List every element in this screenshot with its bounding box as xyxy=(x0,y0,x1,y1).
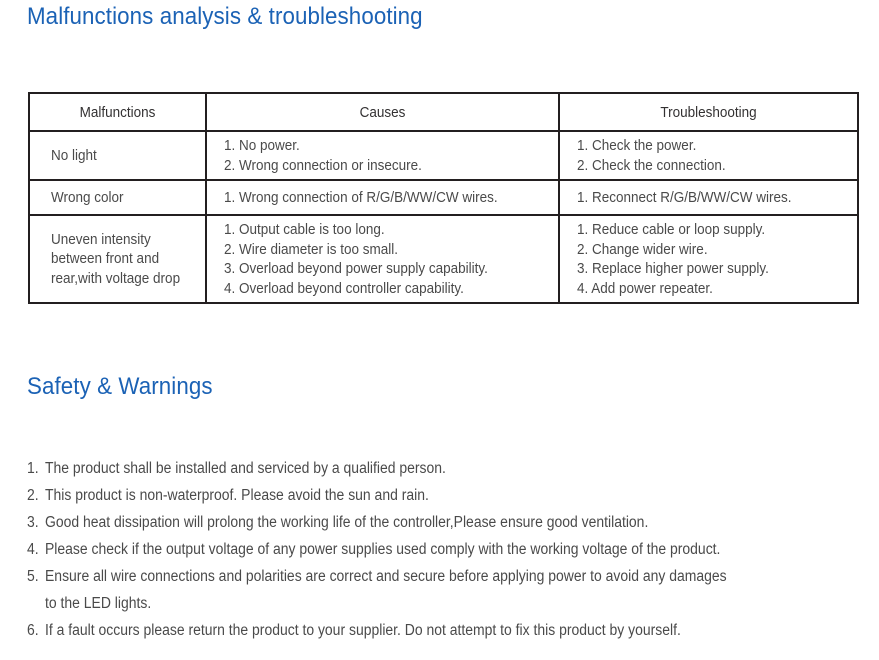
table-header-row: Malfunctions Causes Troubleshooting xyxy=(28,92,859,132)
troubleshooting-line: 3. Replace higher power supply. xyxy=(577,260,769,277)
causes-text: 1. Output cable is too long. 2. Wire dia… xyxy=(207,220,558,298)
cause-line: 1. Wrong connection of R/G/B/WW/CW wires… xyxy=(224,188,498,206)
cause-line: 1. Output cable is too long. xyxy=(224,221,385,238)
cause-line: 1. No power. xyxy=(224,137,300,154)
list-item-number: 4. xyxy=(27,541,39,558)
list-item-number: 1. xyxy=(27,460,39,477)
list-item: 4. Please check if the output voltage of… xyxy=(27,536,857,563)
causes-text: 1. No power. 2. Wrong connection or inse… xyxy=(207,136,558,175)
cause-line: 2. Wire diameter is too small. xyxy=(224,240,399,258)
malfunction-line: Uneven intensity xyxy=(51,230,151,248)
list-item-number: 5. xyxy=(27,568,39,585)
malfunction-line: rear,with voltage drop xyxy=(51,269,181,287)
malfunction-text: Wrong color xyxy=(30,188,205,208)
causes-text: 1. Wrong connection of R/G/B/WW/CW wires… xyxy=(207,188,558,208)
cell-causes: 1. No power. 2. Wrong connection or inse… xyxy=(205,130,560,181)
cause-line: 2. Wrong connection or insecure. xyxy=(224,156,422,174)
list-item-text: Please check if the output voltage of an… xyxy=(45,541,721,558)
troubleshooting-line: 1. Reduce cable or loop supply. xyxy=(577,221,766,238)
troubleshooting-line: 1. Check the power. xyxy=(577,137,697,154)
safety-warnings-list: 1. The product shall be installed and se… xyxy=(27,455,857,644)
troubleshooting-text: 1. Reconnect R/G/B/WW/CW wires. xyxy=(560,188,857,208)
troubleshooting-line: 2. Change wider wire. xyxy=(577,240,708,258)
list-item: 1. The product shall be installed and se… xyxy=(27,455,857,482)
malfunction-text: Uneven intensity between front and rear,… xyxy=(30,230,205,289)
troubleshooting-line: 1. Reconnect R/G/B/WW/CW wires. xyxy=(577,188,792,206)
list-item-text: Good heat dissipation will prolong the w… xyxy=(45,514,649,531)
malfunction-line: No light xyxy=(51,146,97,164)
troubleshooting-text: 1. Check the power. 2. Check the connect… xyxy=(560,136,857,175)
column-header-causes: Causes xyxy=(205,92,560,132)
troubleshooting-table: Malfunctions Causes Troubleshooting No l… xyxy=(28,92,859,304)
cell-causes: 1. Output cable is too long. 2. Wire dia… xyxy=(205,214,560,304)
list-item-number: 3. xyxy=(27,514,39,531)
column-header-troubleshooting: Troubleshooting xyxy=(558,92,859,132)
cell-troubleshooting: 1. Reconnect R/G/B/WW/CW wires. xyxy=(558,179,859,216)
list-item-continuation: to the LED lights. xyxy=(45,595,152,612)
troubleshooting-table-container: Malfunctions Causes Troubleshooting No l… xyxy=(28,92,859,304)
table-header: Malfunctions Causes Troubleshooting xyxy=(28,92,859,132)
list-item: 6. If a fault occurs please return the p… xyxy=(27,617,857,644)
list-item-number: 2. xyxy=(27,487,39,504)
malfunction-line: Wrong color xyxy=(51,188,124,206)
cause-line: 4. Overload beyond controller capability… xyxy=(224,279,464,297)
troubleshooting-text: 1. Reduce cable or loop supply. 2. Chang… xyxy=(560,220,857,298)
page-title-safety: Safety & Warnings xyxy=(27,373,213,400)
cell-troubleshooting: 1. Check the power. 2. Check the connect… xyxy=(558,130,859,181)
column-header-causes-label: Causes xyxy=(359,103,406,121)
table-row: No light 1. No power. 2. Wrong connectio… xyxy=(28,130,859,181)
column-header-malfunctions-label: Malfunctions xyxy=(79,103,156,121)
list-item-text: This product is non-waterproof. Please a… xyxy=(45,487,429,504)
list-item: 3. Good heat dissipation will prolong th… xyxy=(27,509,857,536)
table-row: Uneven intensity between front and rear,… xyxy=(28,214,859,304)
cell-causes: 1. Wrong connection of R/G/B/WW/CW wires… xyxy=(205,179,560,216)
column-header-malfunctions: Malfunctions xyxy=(28,92,207,132)
cell-malfunction: Uneven intensity between front and rear,… xyxy=(28,214,207,304)
troubleshooting-line: 4. Add power repeater. xyxy=(577,279,713,297)
page-title-malfunctions: Malfunctions analysis & troubleshooting xyxy=(27,3,423,30)
table-row: Wrong color 1. Wrong connection of R/G/B… xyxy=(28,179,859,216)
malfunction-text: No light xyxy=(30,146,205,166)
table-body: No light 1. No power. 2. Wrong connectio… xyxy=(28,130,859,304)
cause-line: 3. Overload beyond power supply capabili… xyxy=(224,260,488,277)
malfunction-line: between front and xyxy=(51,250,160,268)
list-item: 5. Ensure all wire connections and polar… xyxy=(27,563,857,617)
cell-malfunction: No light xyxy=(28,130,207,181)
troubleshooting-line: 2. Check the connection. xyxy=(577,156,726,174)
list-item-text: The product shall be installed and servi… xyxy=(45,460,446,477)
list-item-text: If a fault occurs please return the prod… xyxy=(45,622,681,639)
cell-troubleshooting: 1. Reduce cable or loop supply. 2. Chang… xyxy=(558,214,859,304)
column-header-troubleshooting-label: Troubleshooting xyxy=(660,103,757,121)
cell-malfunction: Wrong color xyxy=(28,179,207,216)
list-item-text: Ensure all wire connections and polariti… xyxy=(45,568,727,585)
list-item: 2. This product is non-waterproof. Pleas… xyxy=(27,482,857,509)
list-item-number: 6. xyxy=(27,622,39,639)
